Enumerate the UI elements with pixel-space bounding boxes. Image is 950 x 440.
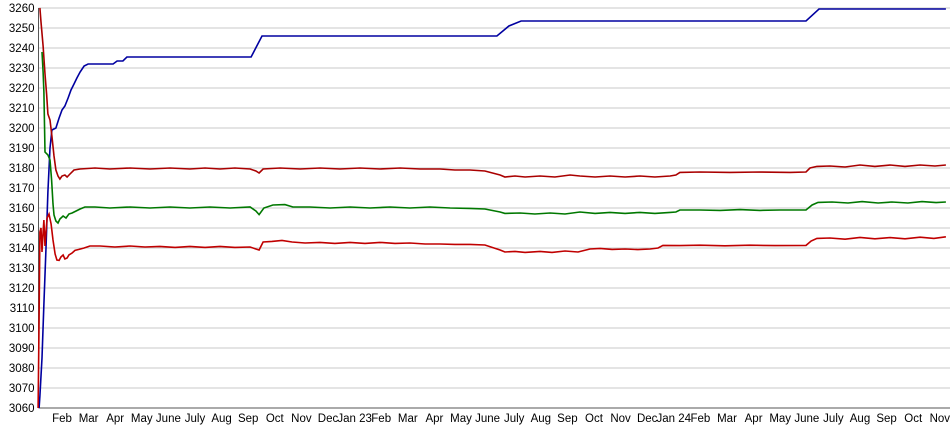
x-axis-tick-label: Mar — [79, 413, 99, 425]
x-axis-tick-label: Nov — [291, 413, 312, 425]
series-line-green-middle-series — [41, 51, 946, 225]
y-axis-tick-label: 3120 — [9, 283, 35, 295]
series-line-dark-red-upper-series — [39, 7, 946, 181]
x-axis-tick-label: Nov — [610, 413, 631, 425]
x-axis-tick-label: July — [504, 413, 525, 425]
y-axis-tick-label: 3250 — [9, 23, 35, 35]
x-axis-tick-label: June — [794, 413, 819, 425]
y-axis-tick-label: 3240 — [9, 43, 35, 55]
x-axis-tick-label: Feb — [52, 413, 72, 425]
x-axis-tick-label: Apr — [106, 413, 124, 425]
y-axis-tick-label: 3220 — [9, 83, 35, 95]
x-axis-tick-label: July — [823, 413, 844, 425]
y-axis-tick-label: 3070 — [9, 383, 35, 395]
y-axis-tick-label: 3160 — [9, 203, 35, 215]
y-axis-tick-label: 3090 — [9, 343, 35, 355]
y-axis-tick-label: 3230 — [9, 63, 35, 75]
x-axis-tick-label: Feb — [371, 413, 391, 425]
x-axis-tick-label: Sep — [876, 413, 896, 425]
line-chart: 3060 3070 3080 3090 3100 3110 3120 3130 3140 3150… — [9, 3, 950, 425]
x-axis-tick-label: Sep — [557, 413, 577, 425]
x-axis-tick-label: Sep — [238, 413, 258, 425]
x-axis-tick-label: May — [450, 413, 472, 425]
x-axis-tick-label: Jan 23 — [337, 413, 372, 425]
x-axis-tick-label: Oct — [904, 413, 923, 425]
x-axis-tick-label: Aug — [211, 413, 231, 425]
y-axis-tick-label: 3200 — [9, 123, 35, 135]
y-axis-tick-label: 3180 — [9, 163, 35, 175]
y-axis-tick-label: 3110 — [10, 303, 35, 315]
x-axis-tick-label: Feb — [690, 413, 710, 425]
x-axis-tick-label: May — [131, 413, 153, 425]
x-axis-tick-label: Dec — [637, 413, 658, 425]
x-axis-tick-label: Oct — [266, 413, 285, 425]
y-axis-tick-label: 3150 — [9, 223, 35, 235]
y-axis-tick-label: 3140 — [9, 243, 35, 255]
x-axis-tick-label: May — [769, 413, 791, 425]
y-axis-tick-label: 3210 — [9, 103, 35, 115]
x-axis-tick-label: Apr — [745, 413, 763, 425]
x-axis-tick-label: June — [475, 413, 500, 425]
y-axis-tick-label: 3080 — [9, 363, 35, 375]
x-axis-tick-label: Jan 24 — [657, 413, 692, 425]
y-axis-tick-label: 3100 — [9, 323, 35, 335]
x-axis-tick-label: Dec — [318, 413, 339, 425]
x-axis-tick-label: Aug — [531, 413, 551, 425]
y-axis-tick-label: 3170 — [9, 183, 35, 195]
x-axis-tick-label: Aug — [850, 413, 870, 425]
series-line-red-lower-series — [37, 211, 947, 409]
y-axis-tick-label: 3260 — [9, 3, 35, 15]
chart-container: 3060 3070 3080 3090 3100 3110 3120 3130 3140 3150… — [0, 0, 950, 435]
x-axis-tick-label: Nov — [930, 413, 950, 425]
y-axis-tick-label: 3130 — [9, 263, 35, 275]
x-axis-tick-label: Apr — [425, 413, 443, 425]
y-axis-tick-label: 3060 — [9, 403, 35, 415]
y-axis-tick-label: 3190 — [9, 143, 35, 155]
x-axis-tick-label: Mar — [398, 413, 418, 425]
x-axis-tick-label: June — [156, 413, 181, 425]
x-axis-tick-label: July — [185, 413, 206, 425]
x-axis-tick-label: Oct — [585, 413, 604, 425]
x-axis-tick-label: Mar — [717, 413, 737, 425]
